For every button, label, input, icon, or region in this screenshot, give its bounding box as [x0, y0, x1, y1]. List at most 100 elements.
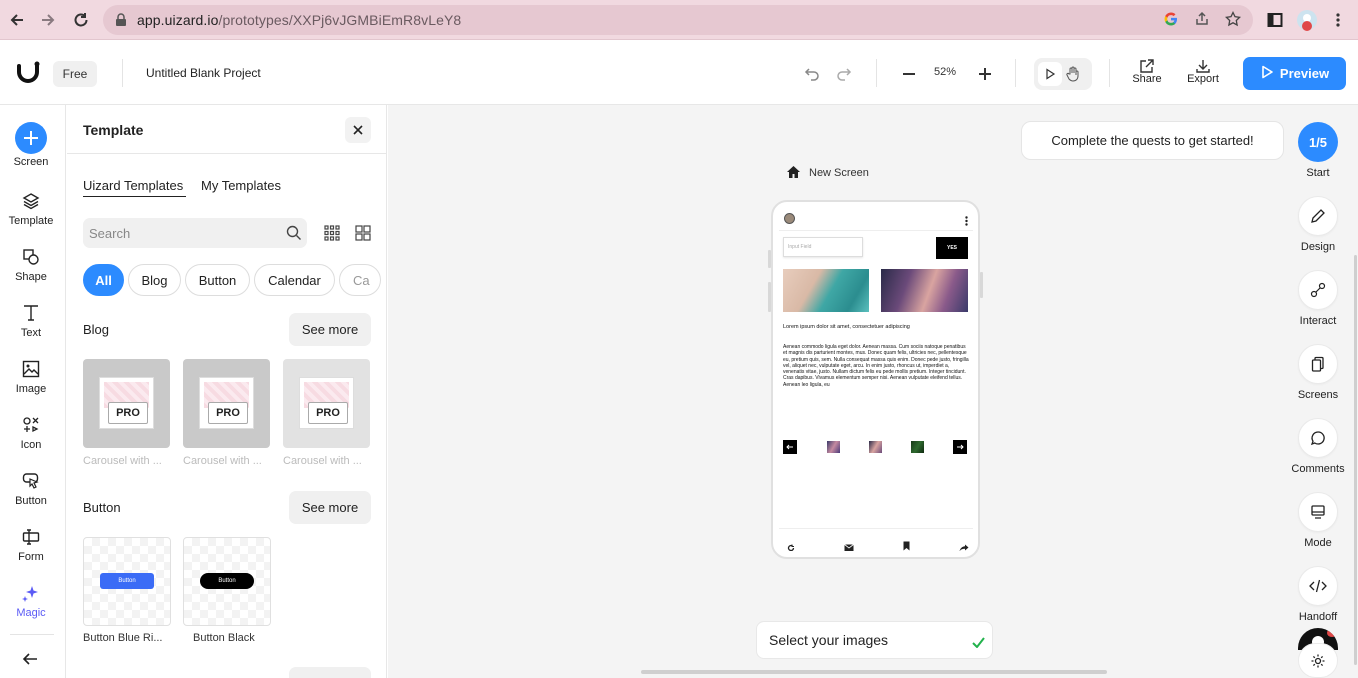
tool-label: Magic [16, 607, 46, 619]
button-template-card[interactable]: Button [83, 537, 171, 626]
zoom-out-icon[interactable] [898, 63, 920, 85]
undo-icon[interactable] [801, 63, 823, 85]
forward-arrow-icon[interactable] [36, 8, 60, 32]
phone-side-button [980, 272, 983, 298]
carousel-thumb [827, 441, 840, 453]
see-more-button-button[interactable]: See more [289, 491, 371, 524]
vertical-scrollbar[interactable] [1354, 255, 1357, 665]
play-cursor-icon[interactable] [1038, 62, 1062, 86]
panel-title: Template [83, 122, 144, 138]
yes-button: YES [936, 237, 968, 259]
tool-label: Template [8, 215, 54, 227]
sidebar-toggle-icon[interactable] [1263, 8, 1287, 32]
tool-screens[interactable]: Screens [1288, 344, 1348, 401]
large-grid-view-icon[interactable] [355, 225, 371, 246]
hand-tool-icon[interactable] [1066, 66, 1080, 87]
quest-banner[interactable]: Complete the quests to get started! [1021, 121, 1284, 160]
collapse-arrow-icon[interactable] [21, 652, 39, 671]
url-domain: app.uizard.io [137, 12, 219, 28]
back-arrow-icon[interactable] [5, 8, 29, 32]
preview-button[interactable]: Preview [1243, 57, 1346, 90]
chip-blog[interactable]: Blog [128, 264, 181, 296]
design-canvas[interactable]: Complete the quests to get started! New … [388, 105, 1358, 678]
export-button[interactable]: Export [1182, 73, 1224, 85]
image-icon [0, 357, 62, 381]
template-search-input[interactable]: Search [83, 218, 307, 248]
share-page-icon[interactable] [1194, 11, 1210, 32]
chip-all[interactable]: All [83, 264, 124, 296]
section-heading-blog: Blog [83, 322, 110, 337]
mail-icon [844, 539, 854, 551]
carousel-prev-icon [783, 440, 797, 454]
panel-divider [67, 153, 387, 154]
blog-template-card[interactable]: PRO [183, 359, 270, 448]
tool-label: Comments [1291, 463, 1345, 475]
tool-design[interactable]: Design [1288, 196, 1348, 253]
button-preview: Button [100, 573, 154, 589]
search-icon[interactable] [286, 225, 302, 246]
profile-avatar-icon[interactable] [1295, 8, 1319, 32]
screen-name[interactable]: New Screen [809, 167, 869, 179]
tab-uizard-templates[interactable]: Uizard Templates [83, 178, 183, 193]
comment-icon [1298, 418, 1338, 458]
section-heading-button: Button [83, 500, 121, 515]
tool-comments[interactable]: Comments [1288, 418, 1348, 475]
tool-magic[interactable]: Magic [0, 581, 62, 619]
tool-mode[interactable]: Mode [1288, 492, 1348, 549]
tool-form[interactable]: Form [0, 525, 62, 563]
tool-button[interactable]: Button [0, 469, 62, 507]
close-icon[interactable] [345, 117, 371, 143]
card-caption: Carousel with ... [283, 455, 362, 467]
template-panel: Template Uizard Templates My Templates S… [67, 105, 387, 678]
settings-gear-icon[interactable] [1298, 643, 1338, 678]
card-caption: Carousel with ... [83, 455, 162, 467]
tool-template[interactable]: Template [0, 189, 62, 227]
reload-icon[interactable] [69, 8, 93, 32]
start-quests-button[interactable]: 1/5 Start [1288, 122, 1348, 179]
card-thumbnail: PRO [199, 377, 254, 429]
small-grid-view-icon[interactable] [324, 225, 340, 246]
project-title[interactable]: Untitled Blank Project [146, 66, 261, 80]
browser-menu-icon[interactable] [1326, 8, 1350, 32]
chip-calendar[interactable]: Calendar [254, 264, 335, 296]
tool-handoff[interactable]: Handoff [1288, 566, 1348, 623]
phone-frame[interactable]: Input Field YES Lorem ipsum dolor sit am… [771, 200, 980, 559]
tool-text[interactable]: Text [0, 301, 62, 339]
play-icon [1260, 65, 1274, 82]
layers-icon [0, 189, 62, 213]
tab-my-templates[interactable]: My Templates [201, 178, 281, 193]
forward-share-icon [959, 539, 969, 551]
chip-button[interactable]: Button [185, 264, 250, 296]
horizontal-scrollbar[interactable] [641, 670, 1107, 674]
select-images-toast[interactable]: Select your images [756, 621, 993, 659]
google-icon[interactable] [1163, 11, 1179, 32]
link-nodes-icon [1298, 270, 1338, 310]
share-button[interactable]: Share [1126, 73, 1168, 85]
tool-image[interactable]: Image [0, 357, 62, 395]
tool-screen[interactable]: Screen [0, 122, 62, 168]
text-icon [0, 301, 62, 325]
tool-interact[interactable]: Interact [1288, 270, 1348, 327]
tool-shape[interactable]: Shape [0, 245, 62, 283]
button-template-card[interactable]: Button [183, 537, 271, 626]
tool-icon[interactable]: Icon [0, 413, 62, 451]
lock-icon [115, 13, 127, 32]
phone-side-button [768, 282, 771, 312]
redo-icon[interactable] [833, 63, 855, 85]
bookmark-star-icon[interactable] [1224, 10, 1242, 32]
zoom-level[interactable]: 52% [934, 66, 956, 78]
tool-label: Screens [1297, 389, 1339, 401]
uizard-logo-icon[interactable] [16, 61, 42, 90]
see-more-blog-button[interactable]: See more [289, 313, 371, 346]
tool-label: Text [20, 327, 42, 339]
address-bar[interactable]: app.uizard.io/prototypes/XXPj6vJGMBiEmR8… [103, 5, 1253, 35]
blog-template-card[interactable]: PRO [83, 359, 170, 448]
carousel-thumb [911, 441, 924, 453]
blog-template-card[interactable]: PRO [283, 359, 370, 448]
pro-badge: PRO [208, 402, 248, 424]
canyon-image [881, 269, 968, 312]
zoom-in-icon[interactable] [974, 63, 996, 85]
tool-label: Shape [15, 271, 47, 283]
chip-partial[interactable]: Ca [339, 264, 381, 296]
card-caption: Carousel with ... [183, 455, 262, 467]
